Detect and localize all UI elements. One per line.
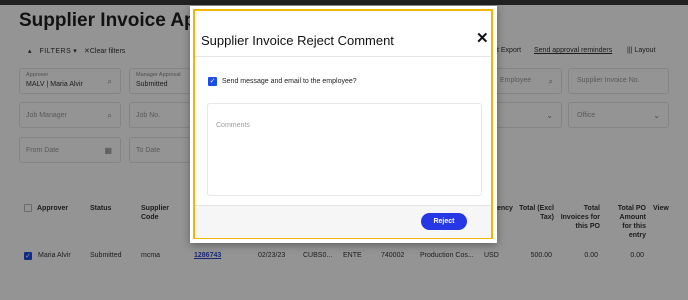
dialog-title: Supplier Invoice Reject Comment xyxy=(201,33,394,48)
comments-placeholder: Comments xyxy=(216,122,250,129)
dialog-footer: Reject xyxy=(195,205,491,238)
reject-comment-dialog: Supplier Invoice Reject Comment ✕ ✓ Send… xyxy=(190,6,497,243)
comments-textarea[interactable]: Comments xyxy=(207,103,482,196)
reject-button[interactable]: Reject xyxy=(421,213,467,230)
notify-employee-checkbox[interactable]: ✓ xyxy=(208,77,217,86)
notify-employee-label: Send message and email to the employee? xyxy=(222,78,357,85)
dialog-frame: Supplier Invoice Reject Comment ✕ ✓ Send… xyxy=(193,9,493,239)
close-icon[interactable]: ✕ xyxy=(476,29,489,47)
dialog-divider xyxy=(195,56,491,57)
